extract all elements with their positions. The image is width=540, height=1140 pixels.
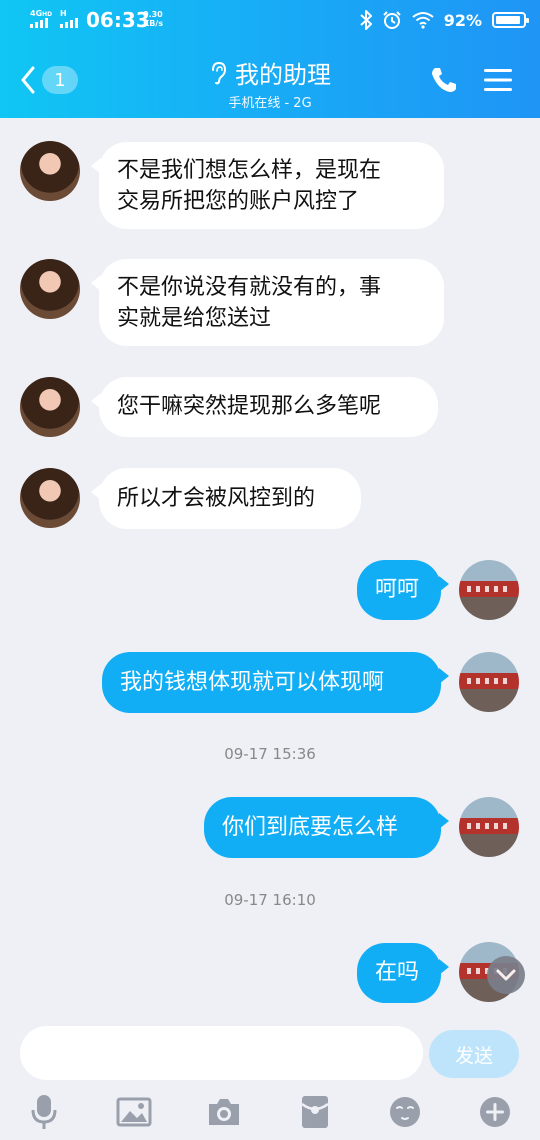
microphone-icon: [31, 1095, 57, 1129]
my-avatar[interactable]: [459, 652, 519, 712]
contact-avatar[interactable]: [20, 377, 80, 437]
incoming-message-bubble[interactable]: 您干嘛突然提现那么多笔呢: [91, 377, 438, 437]
phone-call-icon[interactable]: [428, 64, 460, 96]
chevron-down-icon: [496, 969, 516, 981]
chat-title: 我的助理: [235, 61, 331, 89]
message-line: 在吗: [375, 960, 420, 985]
incoming-message-bubble[interactable]: 不是你说没有就没有的，事 实就是给您送过: [91, 259, 444, 346]
outgoing-message-bubble[interactable]: 在吗: [357, 943, 449, 1003]
message-line: 不是你说没有就没有的，事: [117, 275, 382, 300]
send-button[interactable]: 发送: [429, 1030, 519, 1078]
message-line: 实就是给您送过: [117, 306, 272, 331]
message-line: 您干嘛突然提现那么多笔呢: [117, 394, 382, 419]
contact-avatar[interactable]: [20, 259, 80, 319]
contact-avatar[interactable]: [20, 468, 80, 528]
menu-icon[interactable]: [482, 66, 514, 94]
alarm-icon: [382, 11, 401, 29]
network-speed: 0.30 KB/s: [143, 10, 163, 28]
bluetooth-icon: [360, 10, 372, 30]
contact-avatar[interactable]: [20, 141, 80, 201]
message-line: 不是我们想怎么样，是现在: [117, 158, 382, 183]
scroll-to-bottom-button[interactable]: [487, 956, 525, 994]
voice-button[interactable]: [24, 1092, 64, 1132]
message-line: 呵呵: [375, 577, 420, 602]
message-line: 你们到底要怎么样: [222, 815, 399, 840]
message-line: 所以才会被风控到的: [117, 486, 316, 511]
emoji-icon: [390, 1097, 420, 1127]
message-line: 我的钱想体现就可以体现啊: [120, 670, 385, 695]
battery-icon: [492, 12, 529, 28]
message-timestamp: 09-17 16:10: [224, 891, 316, 909]
outgoing-message-bubble[interactable]: 我的钱想体现就可以体现啊: [102, 652, 449, 713]
outgoing-message-bubble[interactable]: 你们到底要怎么样: [204, 797, 449, 858]
wifi-icon: [412, 12, 434, 29]
message-line: 交易所把您的账户风控了: [117, 189, 360, 214]
plus-icon: [480, 1097, 510, 1127]
signal-bars-icon: [30, 18, 48, 28]
my-avatar[interactable]: [459, 797, 519, 857]
red-packet-icon: [301, 1096, 329, 1128]
image-icon: [116, 1097, 152, 1127]
photo-button[interactable]: [114, 1092, 154, 1132]
camera-icon: [209, 1099, 239, 1125]
camera-button[interactable]: [204, 1092, 244, 1132]
message-input[interactable]: [20, 1026, 423, 1080]
more-options-button[interactable]: [475, 1092, 515, 1132]
outgoing-message-bubble[interactable]: 呵呵: [357, 560, 449, 620]
message-timestamp: 09-17 15:36: [224, 745, 316, 763]
network-type-h: H: [60, 9, 67, 18]
ear-icon: [212, 61, 227, 84]
signal-bars-icon: [60, 18, 78, 28]
incoming-message-bubble[interactable]: 所以才会被风控到的: [91, 468, 361, 529]
battery-percent: 92%: [443, 10, 482, 30]
emoji-button[interactable]: [385, 1092, 425, 1132]
incoming-message-bubble[interactable]: 不是我们想怎么样，是现在 交易所把您的账户风控了: [91, 142, 444, 229]
status-bar: 4GHD H 06:33 0.30 KB/s 92%: [0, 0, 540, 40]
clock: 06:33: [86, 8, 150, 32]
red-packet-button[interactable]: [295, 1092, 335, 1132]
composer-toolbar: [0, 1090, 540, 1140]
chat-header: 4GHD H 06:33 0.30 KB/s 92% 1 我的助理 手机在线 -…: [0, 0, 540, 118]
my-avatar[interactable]: [459, 560, 519, 620]
